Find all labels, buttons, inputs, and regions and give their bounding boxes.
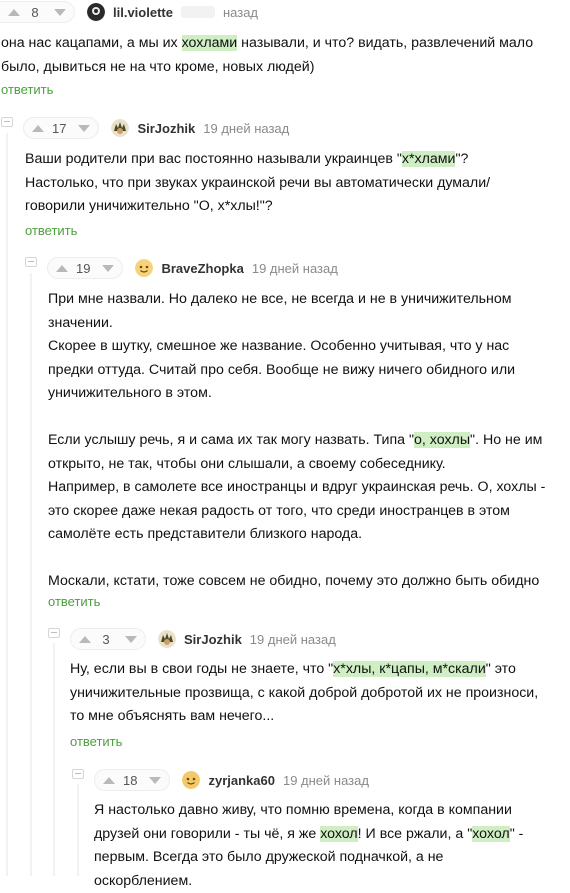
highlighted-word: х*хлами: [401, 151, 456, 167]
avatar[interactable]: [182, 771, 201, 789]
text-segment: Скорее в шутку, смешное же название. Осо…: [48, 338, 516, 401]
username[interactable]: SirJozhik: [137, 121, 195, 136]
comment-paragraph: она нас кацапами, а мы их хохлами называ…: [1, 32, 561, 79]
reply-link[interactable]: ответить: [25, 223, 77, 238]
comment-paragraph: Если услышу речь, я и сама их так могу н…: [48, 429, 548, 476]
text-segment: Ваши родители при вас постоянно называли…: [25, 151, 402, 167]
collapse-toggle-icon[interactable]: [1, 117, 13, 127]
upvote-icon[interactable]: [54, 261, 68, 275]
text-segment: Ну, если вы в свои годы не знаете, что ": [70, 661, 334, 677]
comment-paragraph: Москали, кстати, тоже совсем не обидно, …: [48, 570, 548, 594]
highlighted-word: хохол: [320, 825, 358, 842]
comment-score: 17: [52, 120, 67, 136]
highlighted-word: хохлами: [181, 35, 238, 51]
rating-control: 18: [94, 769, 171, 791]
comment-paragraph: Скорее в шутку, смешное же название. Осо…: [48, 335, 548, 406]
comment-body: Ну, если вы в свои годы не знаете, что "…: [70, 658, 540, 729]
upvote-icon[interactable]: [30, 121, 44, 135]
comment-header: 19 BraveZhopka 19 дней назад: [47, 257, 338, 279]
text-segment: она нас кацапами, а мы их: [1, 35, 182, 51]
comment-time: 19 дней назад: [282, 772, 369, 788]
comment-paragraph: При мне назвали. Но далеко не все, не вс…: [48, 288, 548, 335]
smiley-avatar-icon: [182, 771, 201, 789]
rating-control: 8: [0, 1, 75, 23]
text-segment: Москали, кстати, тоже совсем не обидно, …: [48, 573, 540, 589]
comment-time: 19 дней назад: [203, 120, 290, 136]
avatar[interactable]: [87, 3, 105, 21]
comment-time: 19 дней назад: [251, 260, 338, 276]
comment-header: 17 SirJozhik 19 дней назад: [23, 117, 289, 139]
comment-paragraph: Я настолько давно живу, что помню времен…: [94, 799, 544, 893]
text-segment: При мне назвали. Но далеко не все, не вс…: [48, 291, 512, 331]
rating-control: 3: [70, 628, 146, 650]
comment-body: она нас кацапами, а мы их хохлами называ…: [1, 32, 561, 79]
highlighted-word: х*хлы, к*цапы, м*скали: [333, 661, 486, 677]
comment-body: При мне назвали. Но далеко не все, не вс…: [48, 288, 548, 594]
comment-time: 19 дней назад: [249, 631, 336, 647]
collapse-toggle-icon[interactable]: [48, 628, 60, 638]
hedgehog-avatar-icon: [158, 630, 176, 648]
text-segment: Если услышу речь, я и сама их так могу н…: [48, 432, 415, 448]
comment-time: назад: [222, 4, 259, 20]
username[interactable]: zyrjanka60: [208, 773, 275, 788]
username[interactable]: BraveZhopka: [161, 261, 243, 276]
reply-link[interactable]: ответить: [48, 594, 100, 609]
avatar[interactable]: [111, 119, 130, 137]
highlighted-word: хохол: [472, 825, 510, 842]
comment-score: 3: [102, 631, 110, 647]
text-segment: Например, в самолете все иностранцы и вд…: [48, 479, 546, 542]
highlighted-word: о, хохлы: [414, 432, 471, 448]
rating-control: 19: [47, 257, 124, 279]
upvote-icon[interactable]: [101, 773, 115, 787]
comment-paragraph: Например, в самолете все иностранцы и вд…: [48, 476, 548, 547]
username[interactable]: lil.violette: [113, 5, 173, 20]
hedgehog-avatar-icon: [111, 119, 130, 137]
rating-control: 17: [23, 117, 100, 139]
upvote-icon[interactable]: [77, 632, 91, 646]
comment-body: Ваши родители при вас постоянно называли…: [25, 148, 540, 219]
comment-header: 3 SirJozhik 19 дней назад: [70, 628, 336, 650]
comment-paragraph: Ну, если вы в свои годы не знаете, что "…: [70, 658, 540, 729]
smiley-avatar-icon: [135, 259, 154, 277]
comment-header: 18 zyrjanka60 19 дней назад: [94, 769, 369, 791]
hidden-label: [180, 6, 215, 18]
comment-header: 8 lil.violette назад: [0, 1, 258, 23]
reply-link[interactable]: ответить: [70, 734, 122, 749]
comment-body: Я настолько давно живу, что помню времен…: [94, 799, 544, 893]
upvote-icon[interactable]: [6, 5, 20, 19]
username[interactable]: SirJozhik: [184, 632, 242, 647]
comment-score: 18: [123, 772, 138, 788]
downvote-icon[interactable]: [123, 632, 137, 646]
comment-paragraph: Ваши родители при вас постоянно называли…: [25, 148, 540, 219]
avatar[interactable]: [135, 259, 154, 277]
collapse-toggle-icon[interactable]: [25, 257, 37, 267]
downvote-icon[interactable]: [76, 121, 91, 135]
comment-score: 8: [31, 4, 39, 20]
comment-score: 19: [76, 260, 91, 276]
reply-link[interactable]: ответить: [1, 82, 53, 97]
collapse-toggle-icon[interactable]: [72, 769, 84, 779]
downvote-icon[interactable]: [100, 261, 115, 275]
downvote-icon[interactable]: [147, 773, 162, 787]
downvote-icon[interactable]: [52, 5, 66, 19]
text-segment: ! И все ржали, а ": [357, 825, 473, 842]
avatar[interactable]: [158, 630, 176, 648]
lil-violette-avatar-icon: [87, 3, 105, 21]
